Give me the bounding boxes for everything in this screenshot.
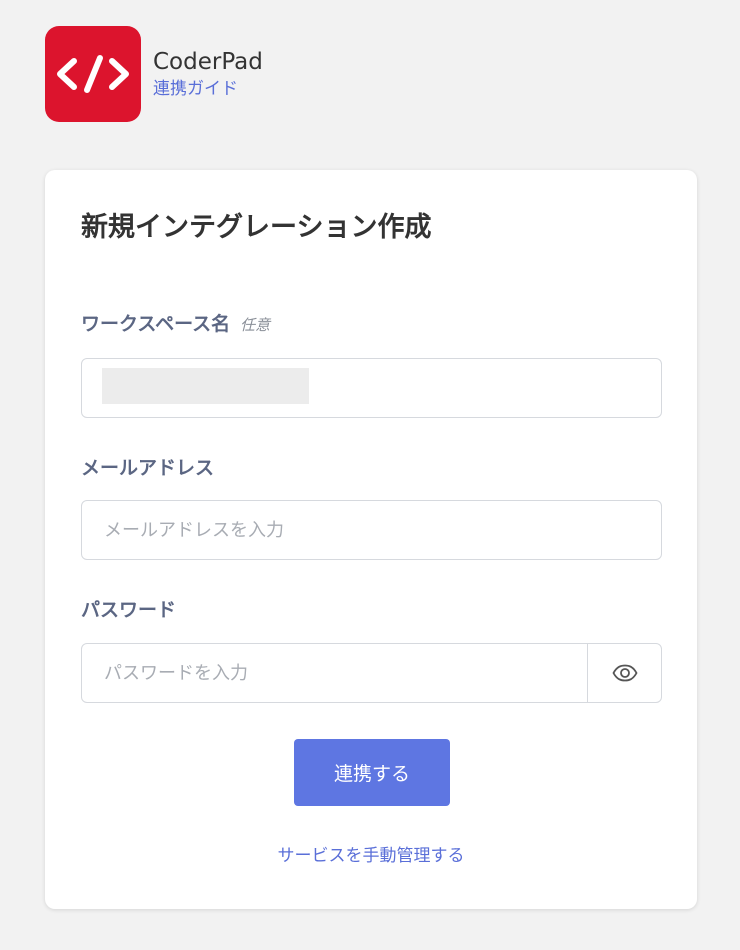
header-text: CoderPad 連携ガイド	[153, 47, 263, 101]
show-password-button[interactable]	[587, 644, 661, 702]
workspace-name-label-text: ワークスペース名	[81, 313, 231, 335]
eye-icon	[611, 664, 638, 682]
redacted-value	[102, 368, 309, 404]
coderpad-logo	[45, 26, 141, 122]
workspace-name-field[interactable]	[81, 358, 662, 418]
page-title: 新規インテグレーション作成	[81, 212, 432, 243]
password-input[interactable]	[82, 644, 587, 702]
optional-tag: 任意	[240, 316, 271, 334]
email-field[interactable]	[81, 500, 662, 560]
manual-management-link[interactable]: サービスを手動管理する	[278, 846, 465, 866]
integration-guide-link[interactable]: 連携ガイド	[153, 77, 263, 101]
password-label: パスワード	[81, 599, 177, 621]
code-brackets-icon	[57, 55, 129, 93]
app-name: CoderPad	[153, 49, 263, 75]
email-input[interactable]	[82, 501, 661, 559]
app-header: CoderPad 連携ガイド	[45, 26, 263, 122]
connect-button[interactable]: 連携する	[294, 739, 450, 806]
password-field[interactable]	[81, 643, 662, 703]
workspace-name-label: ワークスペース名 任意	[81, 310, 270, 339]
email-label: メールアドレス	[81, 457, 215, 479]
manual-management-link-row: サービスを手動管理する	[45, 844, 697, 868]
integration-form-card: 新規インテグレーション作成 ワークスペース名任意 メールアドレス パスワード 連…	[45, 170, 697, 909]
